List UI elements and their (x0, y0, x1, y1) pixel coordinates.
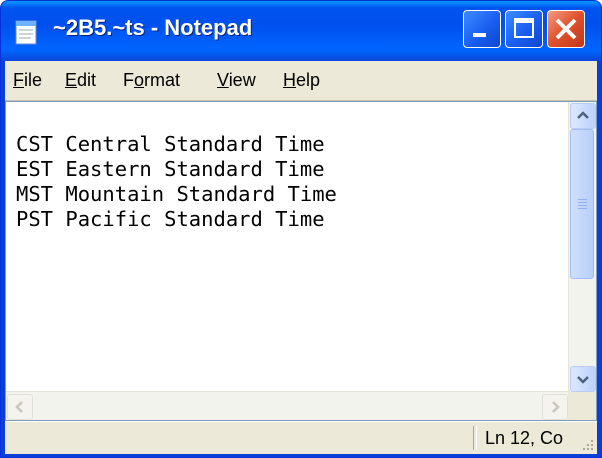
text-line: CST Central Standard Time (16, 132, 325, 156)
status-bar: Ln 12, Co (5, 421, 597, 454)
grip-line (578, 199, 587, 200)
editor-text[interactable]: CST Central Standard Time EST Eastern Sta… (16, 132, 337, 232)
menu-edit-mnemonic: E (65, 70, 78, 90)
minimize-icon (473, 33, 486, 37)
title-bar[interactable]: ~2B5.~ts - Notepad (1, 1, 601, 61)
scrollbar-corner (568, 392, 596, 420)
grip-line (578, 202, 587, 203)
vertical-scroll-thumb[interactable] (570, 129, 594, 279)
scroll-left-button[interactable] (7, 394, 33, 420)
menu-help[interactable]: Help (283, 70, 320, 91)
scroll-right-button[interactable] (542, 394, 568, 420)
menu-view-mnemonic: V (217, 70, 229, 90)
minimize-button[interactable] (463, 10, 501, 48)
scroll-up-button[interactable] (570, 103, 596, 129)
grip-line (578, 208, 587, 209)
arrow-left-icon (15, 401, 23, 413)
notepad-icon (15, 20, 37, 45)
window-title: ~2B5.~ts - Notepad (53, 15, 253, 40)
menu-bar: File Edit Format View Help (5, 61, 597, 101)
client-area: File Edit Format View Help CST Central S… (5, 61, 597, 454)
horizontal-scrollbar[interactable] (6, 391, 570, 420)
menu-view[interactable]: View (217, 70, 256, 91)
menu-edit-label: dit (77, 70, 97, 90)
close-icon (555, 18, 577, 40)
cursor-position: Ln 12, Co (485, 428, 564, 448)
menu-format[interactable]: Format (123, 70, 180, 91)
menu-view-label: iew (228, 70, 256, 90)
menu-edit[interactable]: Edit (65, 70, 96, 91)
grip-line (578, 205, 587, 206)
menu-help-mnemonic: H (283, 70, 296, 90)
arrow-right-icon (552, 401, 560, 413)
text-editor[interactable]: CST Central Standard Time EST Eastern Sta… (5, 101, 597, 421)
status-divider (473, 426, 477, 450)
menu-format-mnemonic: o (134, 70, 145, 90)
arrow-down-icon (577, 376, 589, 384)
menu-file-mnemonic: F (13, 70, 24, 90)
text-line: PST Pacific Standard Time (16, 207, 325, 231)
menu-format-label-b: rmat (144, 70, 181, 90)
notepad-window: ~2B5.~ts - Notepad File Edit Format View… (0, 0, 602, 458)
text-line: MST Mountain Standard Time (16, 182, 337, 206)
menu-help-label: elp (296, 70, 321, 90)
menu-file[interactable]: File (13, 70, 42, 91)
text-line: EST Eastern Standard Time (16, 157, 325, 181)
menu-format-label-a: F (123, 70, 134, 90)
menu-file-label: ile (24, 70, 43, 90)
scroll-down-button[interactable] (570, 366, 596, 392)
size-grip-icon[interactable] (581, 438, 595, 452)
maximize-icon (514, 18, 534, 38)
vertical-scrollbar[interactable] (568, 102, 596, 393)
arrow-up-icon (577, 111, 589, 119)
maximize-button[interactable] (505, 10, 543, 48)
close-button[interactable] (547, 10, 585, 48)
